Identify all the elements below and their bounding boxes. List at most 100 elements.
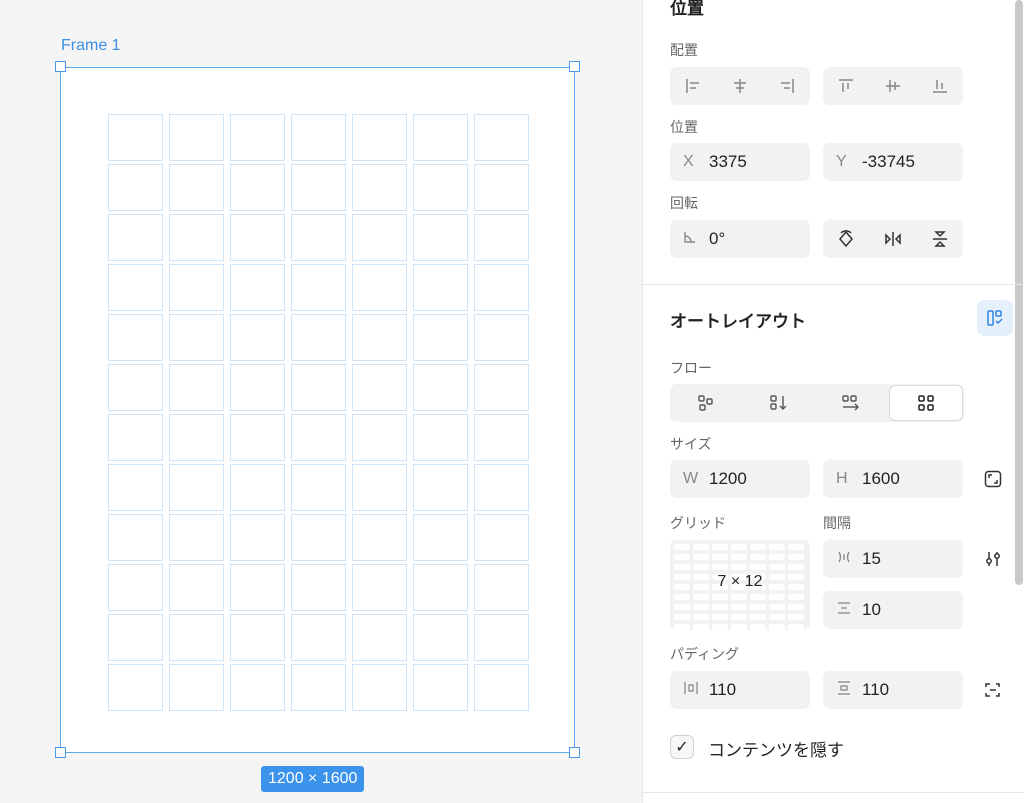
grid-cell[interactable]	[413, 464, 468, 511]
grid-cell[interactable]	[230, 564, 285, 611]
grid-cell[interactable]	[474, 564, 529, 611]
flip-vertical-icon[interactable]	[916, 220, 963, 258]
clip-content-checkbox[interactable]: ✓	[670, 735, 694, 759]
grid-cell[interactable]	[291, 564, 346, 611]
grid-cell[interactable]	[413, 564, 468, 611]
grid-cell[interactable]	[230, 114, 285, 161]
align-top-icon[interactable]	[823, 67, 870, 105]
grid-cell[interactable]	[169, 214, 224, 261]
vertical-padding-field[interactable]: 110	[823, 671, 963, 709]
grid-cell[interactable]	[413, 314, 468, 361]
grid-cell[interactable]	[291, 114, 346, 161]
grid-cell[interactable]	[413, 164, 468, 211]
grid-cell[interactable]	[230, 264, 285, 311]
horizontal-gap-value[interactable]: 15	[862, 549, 881, 569]
grid-cell[interactable]	[352, 264, 407, 311]
x-value[interactable]: 3375	[709, 152, 747, 172]
grid-cell[interactable]	[352, 414, 407, 461]
grid-cell[interactable]	[108, 214, 163, 261]
grid-cell[interactable]	[108, 664, 163, 711]
grid-cell[interactable]	[108, 114, 163, 161]
resize-handle-bottom-right[interactable]	[569, 747, 580, 758]
grid-cell[interactable]	[108, 564, 163, 611]
grid-cell[interactable]	[230, 664, 285, 711]
clip-content-label[interactable]: コンテンツを隠す	[708, 736, 844, 761]
grid-cell[interactable]	[474, 214, 529, 261]
vertical-gap-field[interactable]: 10	[823, 591, 963, 629]
grid-cell[interactable]	[108, 514, 163, 561]
grid-cell[interactable]	[108, 614, 163, 661]
align-middle-vertical-icon[interactable]	[870, 67, 917, 105]
grid-cell[interactable]	[169, 464, 224, 511]
grid-size-picker[interactable]: 7 × 12	[670, 540, 810, 630]
flow-freeform-icon[interactable]	[670, 384, 743, 422]
grid-cell[interactable]	[108, 414, 163, 461]
y-value[interactable]: -33745	[862, 152, 915, 172]
grid-cell[interactable]	[291, 164, 346, 211]
grid-cell[interactable]	[291, 364, 346, 411]
horizontal-padding-value[interactable]: 110	[709, 680, 736, 700]
horizontal-gap-field[interactable]: 15	[823, 540, 963, 578]
grid-cell[interactable]	[413, 614, 468, 661]
grid-cell[interactable]	[230, 214, 285, 261]
grid-cell[interactable]	[169, 514, 224, 561]
grid-cell[interactable]	[291, 464, 346, 511]
flow-vertical-icon[interactable]	[743, 384, 816, 422]
rotate-icon[interactable]	[823, 220, 870, 258]
grid-cell[interactable]	[474, 464, 529, 511]
grid-cell[interactable]	[352, 214, 407, 261]
grid-cell[interactable]	[474, 664, 529, 711]
grid-cell[interactable]	[230, 364, 285, 411]
grid-cell[interactable]	[352, 314, 407, 361]
grid-cell[interactable]	[230, 314, 285, 361]
grid-cell[interactable]	[169, 114, 224, 161]
grid-cell[interactable]	[352, 114, 407, 161]
grid-cell[interactable]	[413, 514, 468, 561]
height-field[interactable]: H 1600	[823, 460, 963, 498]
rotation-field[interactable]: 0°	[670, 220, 810, 258]
grid-cell[interactable]	[474, 414, 529, 461]
align-left-icon[interactable]	[670, 67, 717, 105]
grid-cell[interactable]	[169, 614, 224, 661]
frame[interactable]	[60, 67, 575, 753]
grid-cell[interactable]	[169, 314, 224, 361]
x-position-field[interactable]: X 3375	[670, 143, 810, 181]
grid-cell[interactable]	[352, 164, 407, 211]
grid-cell[interactable]	[474, 264, 529, 311]
grid-cell[interactable]	[291, 314, 346, 361]
width-value[interactable]: 1200	[709, 469, 747, 489]
grid-cell[interactable]	[169, 164, 224, 211]
grid-cell[interactable]	[169, 414, 224, 461]
grid-cell[interactable]	[352, 364, 407, 411]
grid-cell[interactable]	[413, 664, 468, 711]
grid-cell[interactable]	[108, 364, 163, 411]
resize-handle-bottom-left[interactable]	[55, 747, 66, 758]
align-right-icon[interactable]	[763, 67, 810, 105]
vertical-padding-value[interactable]: 110	[862, 680, 889, 700]
grid-cell[interactable]	[291, 614, 346, 661]
individual-padding-icon[interactable]	[982, 679, 1004, 701]
grid-cell[interactable]	[230, 414, 285, 461]
grid-cell[interactable]	[474, 514, 529, 561]
align-bottom-icon[interactable]	[916, 67, 963, 105]
frame-name-label[interactable]: Frame 1	[61, 37, 121, 55]
panel-scrollbar[interactable]	[1015, 0, 1023, 585]
grid-cell[interactable]	[230, 464, 285, 511]
grid-cell[interactable]	[474, 314, 529, 361]
grid-cell[interactable]	[169, 564, 224, 611]
auto-layout-suggest-icon[interactable]	[977, 300, 1013, 336]
grid-cell[interactable]	[169, 364, 224, 411]
grid-cell[interactable]	[169, 664, 224, 711]
flow-horizontal-icon[interactable]	[815, 384, 888, 422]
grid-cell[interactable]	[413, 114, 468, 161]
grid-cell[interactable]	[108, 464, 163, 511]
grid-cell[interactable]	[291, 514, 346, 561]
resize-to-fit-icon[interactable]	[982, 468, 1004, 490]
grid-cell[interactable]	[474, 614, 529, 661]
y-position-field[interactable]: Y -33745	[823, 143, 963, 181]
grid-cell[interactable]	[352, 514, 407, 561]
grid-cell[interactable]	[352, 664, 407, 711]
grid-cell[interactable]	[108, 164, 163, 211]
resize-handle-top-left[interactable]	[55, 61, 66, 72]
align-center-horizontal-icon[interactable]	[717, 67, 764, 105]
